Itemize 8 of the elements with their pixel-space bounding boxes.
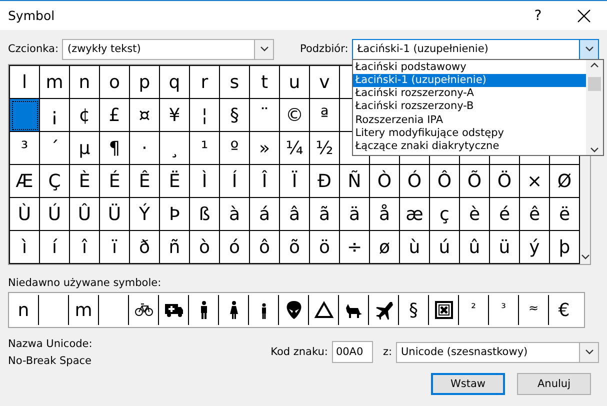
recent-symbols-label: Niedawno używane symbole: bbox=[8, 277, 162, 289]
font-label: Czcionka: bbox=[8, 43, 58, 55]
unicode-name: No-Break Space bbox=[8, 355, 92, 367]
unicode-name-label: Nazwa Unicode: bbox=[8, 338, 94, 350]
char-code-label: Kod znaku: bbox=[270, 346, 328, 358]
window-title: Symbol bbox=[8, 8, 56, 23]
from-label: z: bbox=[382, 346, 392, 358]
subset-label: Podzbiór: bbox=[300, 43, 348, 55]
